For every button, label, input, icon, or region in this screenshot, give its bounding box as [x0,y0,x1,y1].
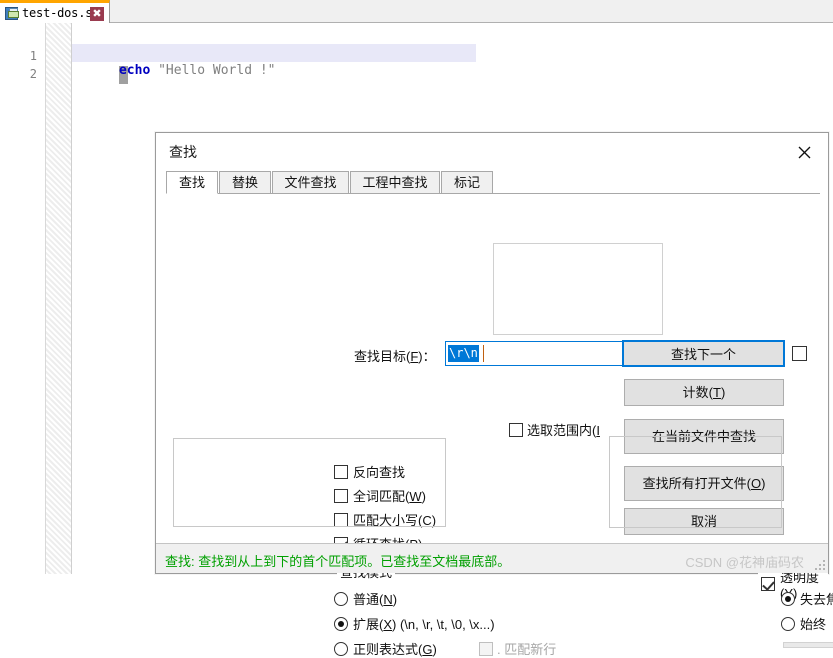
extra-option-checkbox[interactable] [792,346,807,361]
search-mode-regex[interactable]: 正则表达式(G) [334,639,437,658]
search-mode-normal-label: 普通(N) [353,589,397,608]
transparency-always[interactable]: 始终 [781,614,826,633]
transparency-always-label: 始终 [800,614,826,633]
dialog-tab-strip: 查找 替换 文件查找 工程中查找 标记 [166,171,820,194]
search-mode-groupbox [173,438,446,527]
code-token-string [150,63,158,78]
find-target-label-tail: )： [418,349,435,364]
editor-tab-bar: test-dos.sh ✖ [0,0,833,23]
tab-find-in-files[interactable]: 文件查找 [272,171,349,194]
search-mode-regex-radio[interactable] [334,642,348,656]
search-mode-extended-label: 扩展(X) (\n, \r, \t, \0, \x...) [353,614,495,633]
search-mode-extended-radio[interactable] [334,617,348,631]
tab-find-in-project[interactable]: 工程中查找 [350,171,440,194]
editor-tab-test-dos-sh[interactable]: test-dos.sh ✖ [0,0,110,23]
dot-matches-newline-label: . 匹配新行 [497,639,556,658]
mode-extended-post: ) (\n, \r, \t, \0, \x...) [392,617,495,632]
in-selection-label: 选取范围内(I [527,420,600,439]
find-target-label-text: 查找目标( [354,349,410,364]
transparency-on-lose-focus-label: 失去焦点后 [800,589,833,608]
transparency-groupbox [609,436,782,528]
resize-grip[interactable] [814,559,825,570]
in-selection-label-accel: I [596,423,600,438]
code-line-1: #!/bin/bash [72,26,205,44]
dot-matches-newline-option: . 匹配新行 [479,639,556,658]
count-button-accel: T [713,385,721,400]
search-mode-regex-label: 正则表达式(G) [353,639,437,658]
line-number: 2 [30,67,37,81]
find-next-button[interactable]: 查找下一个 [622,340,785,367]
editor-fold-margin [46,23,72,574]
mode-normal-text: 普通( [353,592,383,607]
search-mode-extended[interactable]: 扩展(X) (\n, \r, \t, \0, \x...) [334,614,495,633]
transparency-always-radio[interactable] [781,617,795,631]
dialog-titlebar[interactable]: 查找 [156,133,828,171]
mode-normal-accel: N [383,592,392,607]
in-selection-checkbox[interactable] [509,423,523,437]
mode-regex-post: ) [432,642,436,657]
dialog-status-bar: 查找: 查找到从上到下的首个匹配项。已查找至文档最底部。 CSDN @花神庙码农 [156,543,828,573]
in-selection-groupbox [493,243,663,335]
mode-regex-accel: G [422,642,432,657]
transparency-checkbox[interactable] [761,577,775,591]
mode-regex-text: 正则表达式( [353,642,422,657]
dot-matches-newline-checkbox [479,642,493,656]
find-dialog: 查找 查找 替换 文件查找 工程中查找 标记 查找目标(F)： \r\n 选取范… [155,132,829,574]
mode-extended-text: 扩展( [353,617,383,632]
close-icon[interactable] [790,140,820,164]
count-button-label: 计数( [683,385,713,400]
tab-close-icon[interactable]: ✖ [90,7,104,21]
search-mode-normal-radio[interactable] [334,592,348,606]
count-button[interactable]: 计数(T) [624,379,784,406]
in-selection-label-text: 选取范围内( [527,423,596,438]
editor-gutter: 1 2 [0,23,46,574]
transparency-on-lose-focus-radio[interactable] [781,592,795,606]
transparency-slider[interactable] [783,638,833,651]
tab-replace[interactable]: 替换 [219,171,271,194]
dialog-title: 查找 [169,142,197,162]
transparency-slider-track[interactable] [783,642,833,648]
editor-tab-label: test-dos.sh [22,6,99,20]
find-target-input-value[interactable]: \r\n [448,345,479,362]
mode-normal-post: ) [393,592,397,607]
floppy-disk-icon [5,7,18,20]
mode-extended-accel: X [383,617,392,632]
code-line-2: echo "Hello World !" [72,44,476,62]
line-number: 1 [30,49,37,63]
tab-mark[interactable]: 标记 [441,171,493,194]
find-target-label: 查找目标(F)： [354,346,436,365]
code-token-string-value: "Hello World !" [158,63,275,78]
in-selection-checkbox-row[interactable]: 选取范围内(I [509,420,600,439]
code-token-keyword: echo [119,63,150,78]
watermark-text: CSDN @花神庙码农 [685,552,804,571]
tab-find[interactable]: 查找 [166,171,218,194]
transparency-on-lose-focus[interactable]: 失去焦点后 [781,589,833,608]
status-message: 查找: 查找到从上到下的首个匹配项。已查找至文档最底部。 [165,551,510,570]
count-button-label-post: ) [721,385,725,400]
input-caret [483,345,484,362]
search-mode-normal[interactable]: 普通(N) [334,589,397,608]
